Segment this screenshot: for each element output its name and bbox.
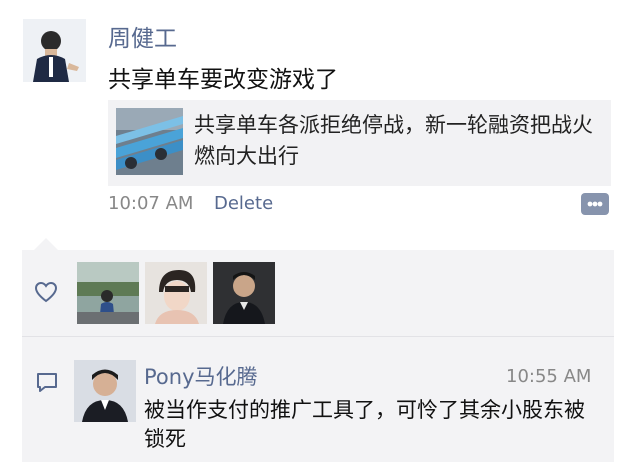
post-text: 共享单车要改变游戏了	[108, 67, 338, 93]
delete-button[interactable]: Delete	[214, 193, 273, 214]
link-title: 共享单车各派拒绝停战，新一轮融资把战火燃向大出行	[194, 113, 593, 168]
commenter-name[interactable]: Pony马化腾	[144, 361, 258, 391]
like-avatar-2[interactable]	[145, 262, 207, 324]
panel-caret	[34, 238, 58, 250]
heart-icon	[34, 281, 58, 303]
link-thumbnail	[116, 108, 183, 175]
commenter-avatar[interactable]	[74, 360, 136, 422]
comment-timestamp: 10:55 AM	[506, 366, 592, 387]
author-avatar[interactable]	[23, 19, 86, 82]
like-avatar-1[interactable]	[77, 262, 139, 324]
shared-link-card[interactable]: 共享单车各派拒绝停战，新一轮融资把战火燃向大出行	[108, 100, 611, 186]
panel-divider	[22, 336, 614, 337]
comment-bubble-icon	[35, 371, 59, 393]
post-timestamp: 10:07 AM	[108, 193, 194, 214]
like-avatar-3[interactable]	[213, 262, 275, 324]
comment-action-icon[interactable]	[578, 190, 612, 218]
post-author-name[interactable]: 周健工	[108, 19, 177, 53]
comment-text: 被当作支付的推广工具了，可怜了其余小股东被锁死	[144, 398, 585, 451]
